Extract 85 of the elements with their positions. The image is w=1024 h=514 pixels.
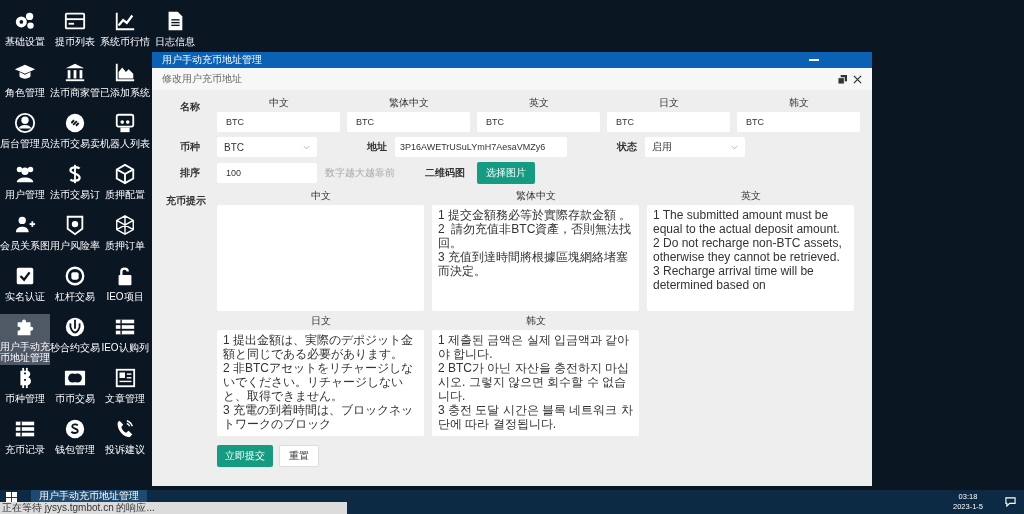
emblem-icon	[64, 316, 86, 338]
column-label: 英文	[740, 189, 761, 203]
desktop-shortcut[interactable]: 法币交易订	[50, 161, 100, 208]
field-label: 名称	[179, 100, 201, 114]
chat-bubble-icon[interactable]	[1005, 496, 1016, 507]
badge-icon	[64, 214, 86, 236]
desktop-shortcut[interactable]: 会员关系图	[0, 212, 50, 259]
field-label: 状态	[617, 140, 637, 154]
caret-icon	[731, 144, 738, 150]
caret-icon	[303, 144, 310, 150]
status-bar: 正在等待 jysys.tgmbot.cn 的响应...	[0, 502, 347, 514]
line-chart-icon	[114, 10, 136, 32]
textarea-field[interactable]: 1 提交金額務必等於實際存款金額 。 2 請勿充值非BTC資產，否則無法找回。 3 充值到達時間將根據區塊網絡堵塞而決定。	[432, 205, 639, 311]
column-label: 中文	[310, 189, 331, 203]
user-icon	[14, 112, 36, 134]
desktop-shortcut[interactable]: IEO项目	[100, 263, 150, 310]
desktop-shortcut[interactable]: 充币记录	[0, 416, 50, 463]
desktop-shortcut[interactable]: 币币交易	[50, 365, 100, 412]
desktop-shortcut[interactable]: 投诉建议	[100, 416, 150, 463]
field-label: 充币提示	[166, 194, 207, 208]
textarea-field[interactable]: 1 提出金額は、実際のデポジット金額と同じである必要があります。 2 非BTCアセットをリチャージしないでください。リチャージしないと、取得できません。 3 充電の到着時間は、ブロックネットワークのブロック	[217, 330, 424, 436]
input-field[interactable]: BTC	[607, 112, 730, 132]
bank-icon	[64, 61, 86, 83]
cube-icon	[114, 163, 136, 185]
textarea-field[interactable]: 1 제출된 금액은 실제 입금액과 같아야 합니다. 2 BTC가 아닌 자산을 충전하지 마십시오. 그렇지 않으면 회수할 수 없습니다. 3 충전 도달 시간은 블록 네트워크 차단에 따라 결정됩니다.	[432, 330, 639, 436]
column-label: 日文	[310, 314, 331, 328]
desktop-shortcut[interactable]: 角色管理	[0, 59, 50, 106]
desktop-shortcut[interactable]: 用户风险率	[50, 212, 100, 259]
desktop-shortcut[interactable]: 质押订单	[100, 212, 150, 259]
desktop-shortcut[interactable]: 后台管理员	[0, 110, 50, 157]
desktop-shortcut[interactable]: 基础设置	[0, 8, 50, 55]
input-field[interactable]: BTC	[477, 112, 600, 132]
desktop-shortcut[interactable]: 法币商家管	[50, 59, 100, 106]
desktop-shortcut[interactable]: 日志信息	[150, 8, 200, 55]
windows-icon[interactable]	[6, 492, 17, 503]
address-field[interactable]: 3P16AWETrUSuLYmH7AesaVMZy6	[395, 137, 567, 157]
column-label: 繁体中文	[515, 189, 556, 203]
area-chart-icon	[114, 61, 136, 83]
column-label: 繁体中文	[388, 96, 429, 110]
robot-icon	[114, 112, 136, 134]
column-label: 中文	[268, 96, 289, 110]
desktop-shortcut[interactable]: 币种管理	[0, 365, 50, 412]
desktop-shortcut[interactable]: 系统币行情	[100, 8, 150, 55]
desktop-shortcut[interactable]: IEO认购列	[100, 314, 150, 361]
column-label: 英文	[528, 96, 549, 110]
restore-icon[interactable]	[838, 74, 847, 84]
desktop-shortcut[interactable]: 实名认证	[0, 263, 50, 310]
desktop-shortcut[interactable]: 秒合约交易	[50, 314, 100, 361]
input-field[interactable]: BTC	[217, 112, 340, 132]
desktop-shortcut[interactable]: 质押配置	[100, 161, 150, 208]
desktop-shortcut[interactable]: 法币交易卖	[50, 110, 100, 157]
reset-button[interactable]: 重置	[279, 445, 319, 467]
field-label: 二维码图	[425, 166, 465, 180]
taskbar-item[interactable]: 用户手动充币地址管理	[31, 490, 147, 502]
desktop-shortcut[interactable]: 钱包管理	[50, 416, 100, 463]
field-label: 地址	[367, 140, 387, 154]
desktop-shortcut[interactable]: 用户手动充币地址管理	[0, 314, 50, 365]
panel-title: 修改用户充币地址	[162, 72, 243, 86]
status-select[interactable]: 启用	[645, 137, 745, 157]
desktop-shortcut[interactable]: 杠杆交易	[50, 263, 100, 310]
window-title: 用户手动充币地址管理	[162, 53, 263, 67]
desktop-shortcut[interactable]: 文章管理	[100, 365, 150, 412]
textarea-field[interactable]: 1 The submitted amount must be equal to the actual deposit amount. 2 Do not recharge non-BTC assets, otherwise they cannot be retrieved. 3 Recharge arrival time will be determined based on	[647, 205, 854, 311]
column-label: 日文	[658, 96, 679, 110]
skype-icon	[64, 418, 86, 440]
card-icon	[64, 10, 86, 32]
close-icon[interactable]	[853, 74, 862, 84]
column-label: 韩文	[525, 314, 546, 328]
field-label: 币种	[179, 140, 201, 154]
ring-icon	[64, 265, 86, 287]
checkbox-icon	[14, 265, 36, 287]
desktop-shortcut[interactable]: 机器人列表	[100, 110, 150, 157]
desktop-shortcut[interactable]: 用户管理	[0, 161, 50, 208]
desktop-shortcut[interactable]: 已添加系统	[100, 59, 150, 106]
newspaper-icon	[114, 367, 136, 389]
gear-icon	[14, 10, 36, 32]
minimize-icon[interactable]	[808, 56, 820, 64]
coin-select[interactable]: BTC	[217, 137, 317, 157]
desktop-shortcut[interactable]: 提币列表	[50, 8, 100, 55]
sort-field[interactable]: 100	[217, 163, 317, 183]
input-field[interactable]: BTC	[347, 112, 470, 132]
field-label: 排序	[179, 166, 201, 180]
column-label: 韩文	[788, 96, 809, 110]
polyhedron-icon	[114, 214, 136, 236]
input-field[interactable]: BTC	[737, 112, 860, 132]
